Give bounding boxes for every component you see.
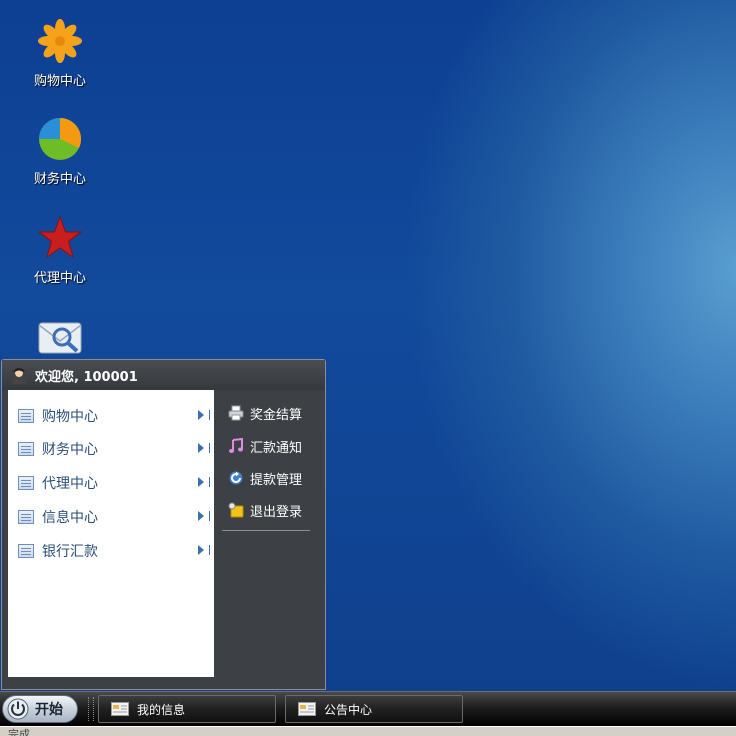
menu-item-shopping[interactable]: 购物中心: [8, 404, 214, 428]
star-icon: [37, 215, 83, 261]
list-window-icon: [18, 442, 34, 456]
desktop-icon-shopping[interactable]: 购物中心: [18, 18, 102, 89]
task-button-label: 公告中心: [324, 702, 373, 717]
music-note-icon: [228, 437, 244, 454]
status-bar: 完成: [0, 726, 736, 736]
task-button-announcement[interactable]: 公告中心: [285, 695, 463, 723]
window-card-icon: [298, 702, 316, 716]
menu-item-label: 汇款通知: [250, 440, 303, 456]
menu-item-withdrawal[interactable]: 提款管理: [222, 467, 312, 489]
power-icon: [7, 698, 29, 720]
taskbar: 开始 我的信息 公告中心: [0, 691, 736, 727]
mail-search-icon: [37, 315, 83, 361]
menu-item-label: 银行汇款: [42, 544, 98, 560]
desktop-icon-label: 代理中心: [33, 271, 86, 286]
desktop-icon-finance[interactable]: 财务中心: [18, 116, 102, 187]
window-card-icon: [111, 702, 129, 716]
menu-item-label: 信息中心: [42, 510, 98, 526]
menu-item-agent[interactable]: 代理中心: [8, 471, 214, 495]
menu-item-finance[interactable]: 财务中心: [8, 437, 214, 461]
menu-item-info[interactable]: 信息中心: [8, 505, 214, 529]
menu-item-bank-transfer[interactable]: 银行汇款: [8, 539, 214, 563]
submenu-arrow-icon: [198, 477, 210, 487]
taskbar-separator: [88, 697, 94, 721]
status-text: 完成: [8, 728, 30, 736]
menu-item-label: 代理中心: [42, 476, 98, 492]
start-button[interactable]: 开始: [2, 695, 78, 723]
menu-item-label: 奖金结算: [250, 407, 303, 423]
desktop-icon-label: 购物中心: [33, 74, 86, 89]
start-menu: 欢迎您, 100001 购物中心 财务中心 代理中心 信息中心 银行汇款 奖金结…: [1, 359, 326, 690]
submenu-arrow-icon: [198, 443, 210, 453]
start-menu-left-panel: 购物中心 财务中心 代理中心 信息中心 银行汇款: [8, 390, 214, 677]
refresh-icon: [228, 470, 244, 486]
desktop-icon-label: 财务中心: [33, 172, 86, 187]
printer-icon: [228, 405, 244, 421]
flower-icon: [37, 18, 83, 64]
menu-item-label: 退出登录: [250, 504, 303, 520]
menu-item-remit-notice[interactable]: 汇款通知: [222, 435, 312, 457]
submenu-arrow-icon: [198, 410, 210, 420]
list-window-icon: [18, 409, 34, 423]
submenu-arrow-icon: [198, 545, 210, 555]
menu-item-bonus-settlement[interactable]: 奖金结算: [222, 402, 312, 424]
menu-item-logout[interactable]: 退出登录: [222, 499, 312, 521]
menu-item-label: 购物中心: [42, 409, 98, 425]
menu-item-label: 提款管理: [250, 472, 303, 488]
menu-item-label: 财务中心: [42, 442, 98, 458]
submenu-arrow-icon: [198, 511, 210, 521]
menu-divider: [222, 530, 310, 531]
list-window-icon: [18, 476, 34, 490]
logout-folder-icon: [228, 502, 244, 518]
start-menu-header: 欢迎您, 100001: [2, 360, 325, 390]
user-avatar-icon: [10, 366, 28, 384]
pie-chart-icon: [37, 116, 83, 162]
list-window-icon: [18, 544, 34, 558]
task-button-label: 我的信息: [137, 702, 186, 717]
list-window-icon: [18, 510, 34, 524]
task-button-my-info[interactable]: 我的信息: [98, 695, 276, 723]
welcome-text: 欢迎您, 100001: [35, 369, 138, 385]
desktop-icon-agent[interactable]: 代理中心: [18, 215, 102, 286]
start-button-label: 开始: [35, 702, 63, 718]
